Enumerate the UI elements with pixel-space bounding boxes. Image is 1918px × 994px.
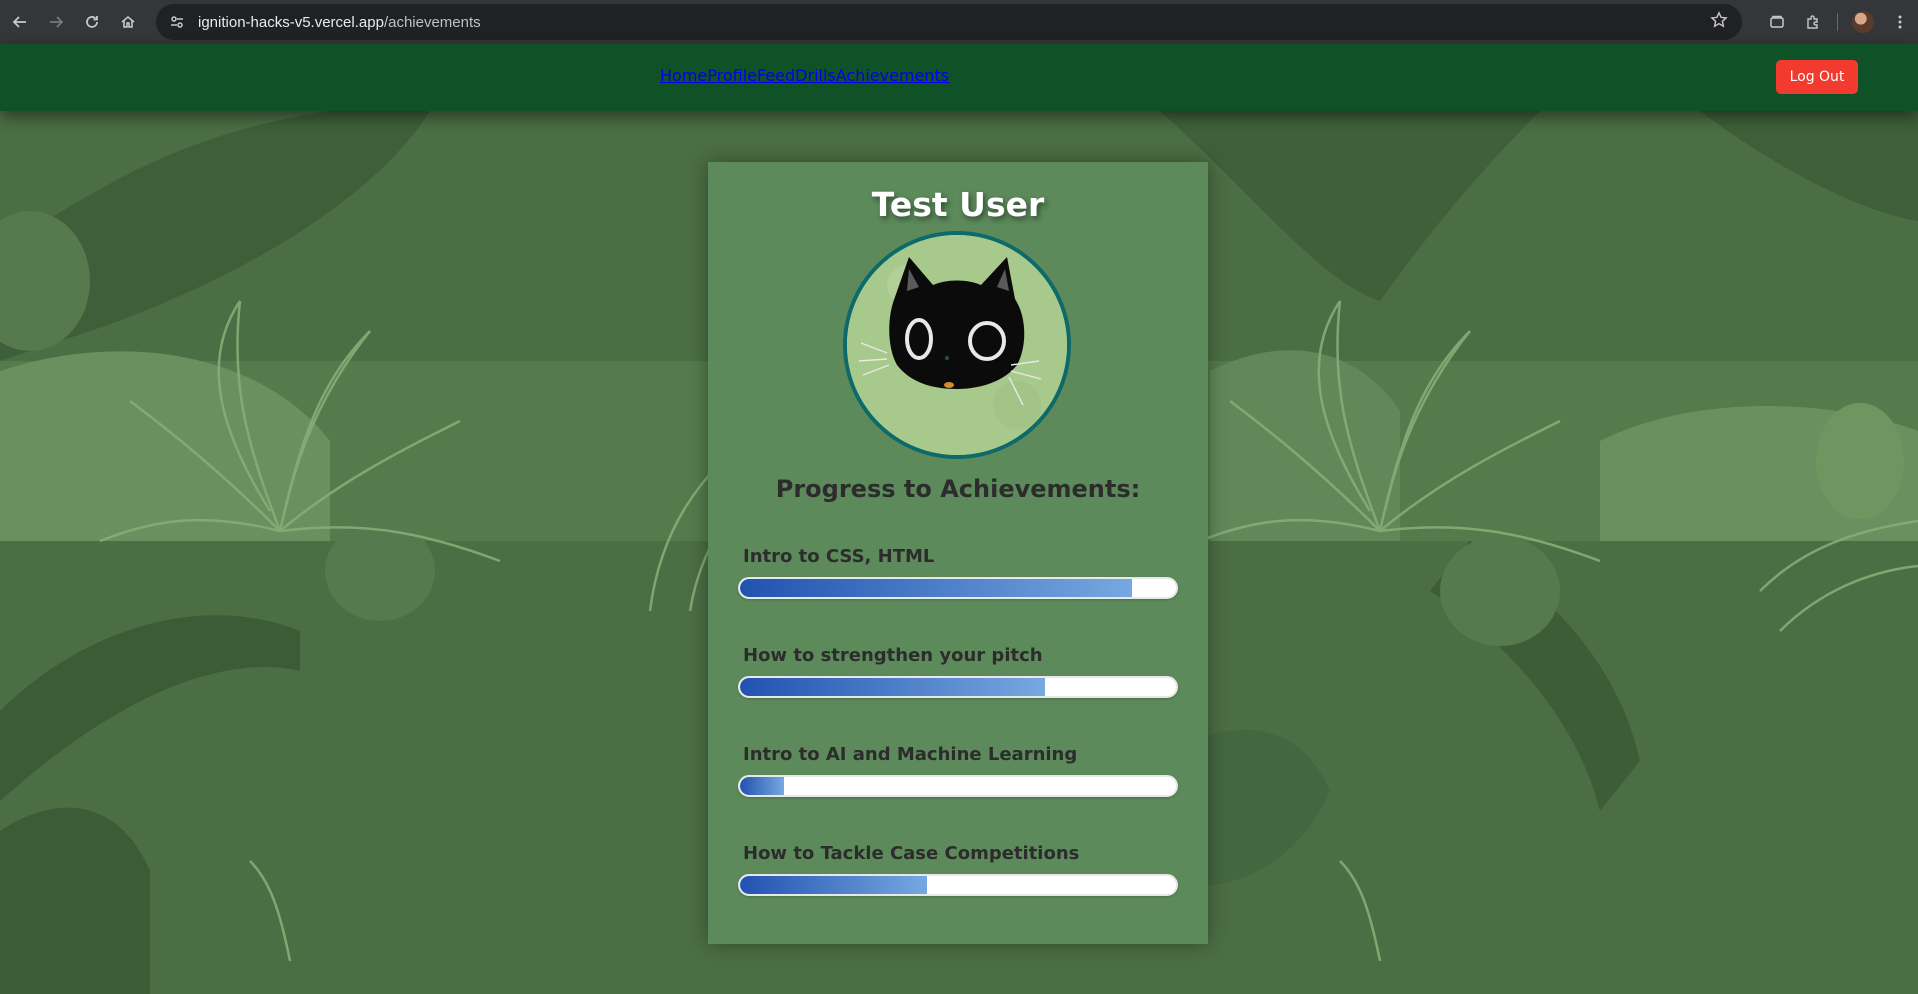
achievement-label: How to strengthen your pitch	[743, 645, 1043, 666]
profile-avatar	[843, 231, 1071, 459]
achievement-item: Intro to AI and Machine Learning	[738, 744, 1178, 797]
progress-bar	[738, 676, 1178, 698]
toolbar-divider	[1837, 13, 1838, 31]
nav-home[interactable]: Home	[660, 66, 707, 85]
nav-achievements[interactable]: Achievements	[836, 66, 949, 85]
back-icon[interactable]	[2, 4, 38, 40]
progress-fill	[740, 579, 1133, 597]
progress-fill	[740, 678, 1046, 696]
browser-actions	[1759, 0, 1918, 44]
kebab-menu-icon[interactable]	[1882, 4, 1918, 40]
nav-drills[interactable]: Drills	[795, 66, 836, 85]
tab-search-icon[interactable]	[1759, 4, 1795, 40]
achievement-item: Intro to CSS, HTML	[738, 546, 1178, 599]
site-info-icon[interactable]	[166, 11, 188, 33]
nav-profile[interactable]: Profile	[707, 66, 757, 85]
achievements-title: Progress to Achievements:	[775, 475, 1141, 503]
progress-fill	[740, 876, 928, 894]
progress-bar	[738, 874, 1178, 896]
achievements-card: Test User Progress to Achievements: Intr…	[708, 162, 1208, 944]
user-name: Test User	[871, 185, 1045, 224]
home-icon[interactable]	[110, 4, 146, 40]
progress-bar	[738, 775, 1178, 797]
address-bar[interactable]: ignition-hacks-v5.vercel.app/achievement…	[156, 4, 1742, 40]
achievement-label: How to Tackle Case Competitions	[743, 843, 1080, 864]
logout-button[interactable]: Log Out	[1776, 60, 1858, 94]
url-path: /achievements	[383, 13, 481, 31]
site-header: Home Profile Feed Drills Achievements Lo…	[0, 44, 1918, 111]
achievement-item: How to Tackle Case Competitions	[738, 843, 1178, 896]
forward-icon[interactable]	[38, 4, 74, 40]
browser-profile-avatar[interactable]	[1852, 11, 1874, 33]
achievement-label: Intro to AI and Machine Learning	[743, 744, 1078, 765]
achievement-item: How to strengthen your pitch	[738, 645, 1178, 698]
browser-toolbar: ignition-hacks-v5.vercel.app/achievement…	[0, 0, 1918, 44]
progress-fill	[740, 777, 784, 795]
extensions-icon[interactable]	[1795, 4, 1831, 40]
cat-avatar-image	[847, 235, 1067, 455]
reload-icon[interactable]	[74, 4, 110, 40]
progress-bar	[738, 577, 1178, 599]
nav-feed[interactable]: Feed	[757, 66, 795, 85]
url-domain: ignition-hacks-v5.vercel.app	[198, 13, 384, 31]
bookmark-star-icon[interactable]	[1710, 11, 1728, 33]
main-nav: Home Profile Feed Drills Achievements	[660, 66, 949, 85]
url-text: ignition-hacks-v5.vercel.app/achievement…	[198, 14, 481, 31]
achievement-label: Intro to CSS, HTML	[743, 546, 935, 567]
